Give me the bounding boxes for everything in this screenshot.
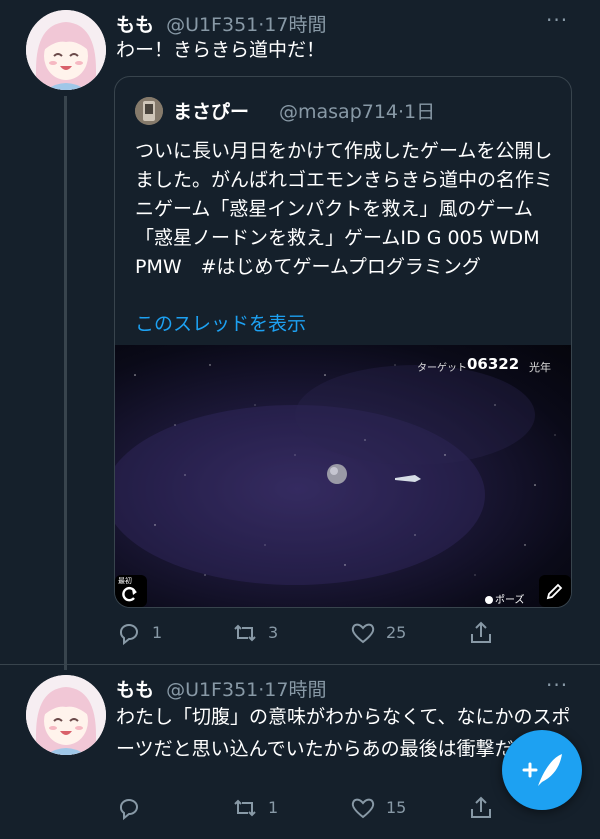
replay-button[interactable]: 最初 xyxy=(115,575,147,607)
heart-icon xyxy=(351,798,375,819)
edit-button[interactable] xyxy=(539,575,571,607)
more-options-icon[interactable]: ··· xyxy=(546,673,568,697)
compose-feather-icon xyxy=(522,754,562,786)
starfield xyxy=(115,364,556,585)
quoted-tweet[interactable]: まさぴー @masap714·1日 ついに長い月日をかけて作成したゲームを公開し… xyxy=(114,76,572,608)
like-count: 15 xyxy=(386,798,407,817)
tweet-actions: 1 15 xyxy=(116,795,516,821)
compose-tweet-button[interactable] xyxy=(502,730,582,810)
pause-icon xyxy=(485,596,493,604)
avatar[interactable] xyxy=(26,675,106,755)
retweet-count: 1 xyxy=(268,798,279,817)
reply-icon xyxy=(120,624,138,646)
avatar-image xyxy=(26,675,106,755)
handle-time[interactable]: @U1F351·17時間 xyxy=(166,679,326,701)
quoted-handle-time: @masap714·1日 xyxy=(279,101,436,123)
tweet-header: もも @U1F351·17時間 xyxy=(116,675,326,702)
share-icon xyxy=(471,796,491,818)
quoted-avatar xyxy=(135,97,163,125)
like-count: 25 xyxy=(386,623,407,642)
tweet-header: もも @U1F351·17時間 xyxy=(116,10,326,37)
retweet-count: 3 xyxy=(268,623,279,642)
pause-label: ポーズ xyxy=(495,595,525,606)
game-media[interactable]: ターゲット 06322 光年 最初 ポーズ xyxy=(115,345,571,607)
pencil-icon xyxy=(546,583,563,600)
quoted-avatar-image xyxy=(135,97,163,125)
handle-time[interactable]: @U1F351·17時間 xyxy=(166,14,326,36)
reply-icon xyxy=(120,799,138,821)
reply-count: 1 xyxy=(152,623,163,642)
hud-target-label: ターゲット xyxy=(417,363,467,374)
retweet-icon xyxy=(234,799,256,817)
thread-connector xyxy=(64,96,67,670)
display-name[interactable]: もも xyxy=(116,14,154,36)
display-name[interactable]: もも xyxy=(116,679,154,701)
avatar[interactable] xyxy=(26,10,106,90)
tweet-1[interactable]: もも @U1F351·17時間 ··· わー！きらきら道中だ！ まさぴー @ma… xyxy=(0,0,600,670)
tweet-text: わー！きらきら道中だ！ xyxy=(116,39,326,61)
more-options-icon[interactable]: ··· xyxy=(546,8,568,32)
pause-indicator[interactable]: ポーズ xyxy=(485,591,525,606)
hud-distance-value: 06322 xyxy=(467,355,520,373)
show-thread-link[interactable]: このスレッドを表示 xyxy=(135,309,306,336)
hud-unit: 光年 xyxy=(529,361,551,374)
tweet-actions: 1 3 25 xyxy=(116,620,516,646)
replay-icon xyxy=(122,586,137,602)
heart-icon xyxy=(351,623,375,644)
share-icon xyxy=(471,621,491,643)
quoted-text: ついに長い月日をかけて作成したゲームを公開しました。がんばれゴエモンきらきら道中… xyxy=(135,140,554,278)
quoted-display-name: まさぴー xyxy=(173,101,250,123)
avatar-image xyxy=(26,10,106,90)
retweet-icon xyxy=(234,624,256,642)
